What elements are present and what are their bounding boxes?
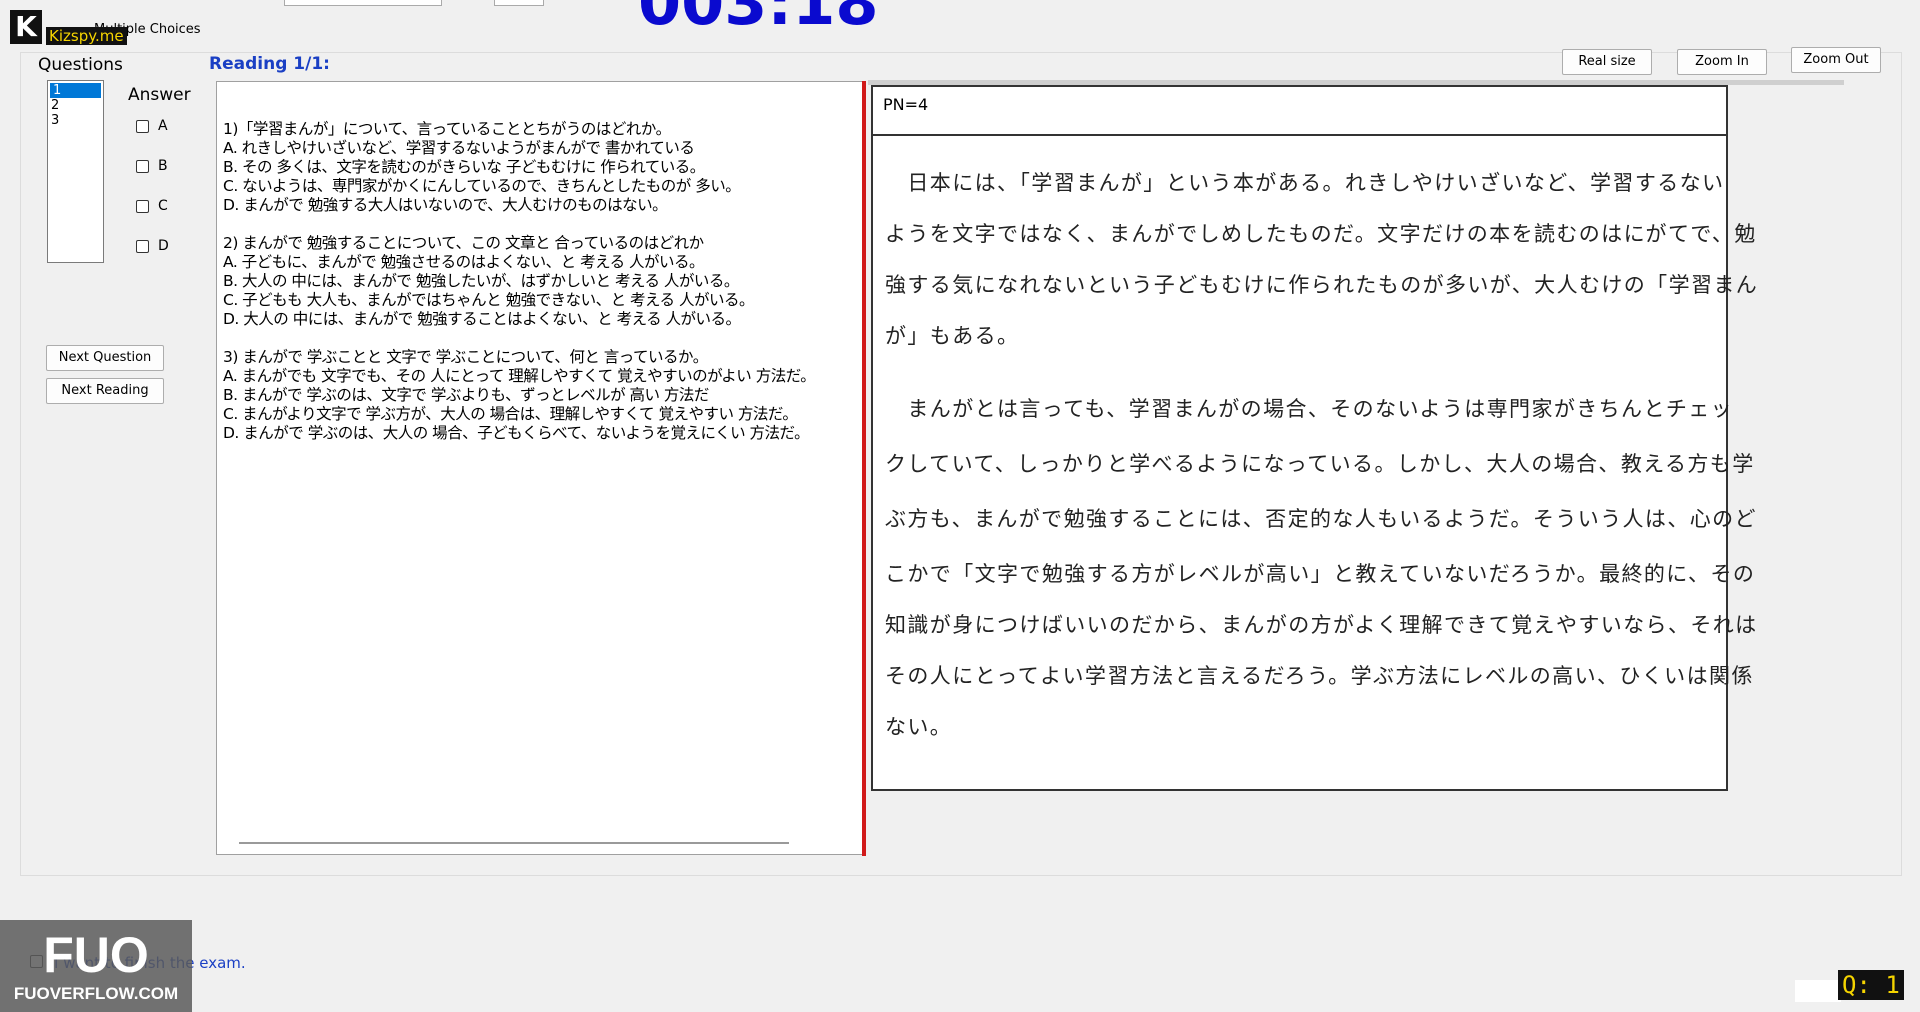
horizontal-scrollbar[interactable] [239,842,789,844]
passage-line: 日本には、「学習まんが」という本がある。れきしやけいざいなど、学習するない [885,171,1725,195]
passage-line: ぶ方も、まんがで勉強することには、否定的な人もいるようだ。そういう人は、心のど [885,507,1757,531]
reading-label: Reading 1/1: [209,54,330,74]
question-item-3[interactable]: 3 [48,113,103,128]
answer-a-checkbox[interactable] [136,120,149,133]
answer-c-checkbox[interactable] [136,200,149,213]
question-item-2[interactable]: 2 [48,98,103,113]
passage-text: 日本には、「学習まんが」という本がある。れきしやけいざいなど、学習するない よう… [885,167,1759,762]
answer-d-checkbox[interactable] [136,240,149,253]
passage-line: その人にとってよい学習方法と言えるだろう。学ぶ方法にレベルの高い、ひくいは関係 [885,664,1754,688]
passage-line: 強する気になれないという子どもむけに作られたものが多いが、大人むけの「学習まん [885,273,1759,297]
watermark-site: Kizspy.me [46,27,127,45]
watermark-logo: K [10,10,42,44]
passage-line: ようを文字ではなく、まんがでしめしたものだ。文字だけの本を読むのはにがてで、勉 [885,222,1757,246]
answer-label: Answer [128,85,191,105]
answer-b-checkbox[interactable] [136,160,149,173]
passage-line: クしていて、しっかりと学べるようになっている。しかし、大人の場合、教える方も学 [885,452,1755,476]
passage-line [885,371,1721,393]
passage-line: まんがとは言っても、学習まんがの場合、そのないようは専門家がきちんとチェッ [885,397,1734,421]
answer-d-label: D [158,238,169,254]
answer-b-label: B [158,158,168,174]
passage-line: こかで「文字で勉強する方がレベルが高い」と教えていないだろうか。最終的に、その [885,562,1756,586]
top-combo-1[interactable] [284,0,442,6]
question-item-1[interactable]: 1 [50,83,101,98]
passage-divider [873,134,1726,136]
answer-c-label: C [158,198,168,214]
passage-line: が」もある。 [885,324,1020,348]
passage-number: PN=4 [883,95,929,114]
question-listbox[interactable]: 1 2 3 [47,80,104,263]
zoom-in-button[interactable]: Zoom In [1677,49,1767,75]
question-text: 1)「学習まんが」について、言っていることとちがうのはどれか。 A. れきしやけ… [223,120,816,442]
exam-timer: 003:18 [638,0,879,39]
questions-label: Questions [38,55,123,75]
answer-a-label: A [158,118,168,134]
passage-line: ない。 [885,715,953,739]
top-combo-2[interactable] [494,0,544,6]
real-size-button[interactable]: Real size [1562,49,1652,75]
watermark-fuo-site: FUOVERFLOW.COM [13,984,179,1003]
passage-image: PN=4 日本には、「学習まんが」という本がある。れきしやけいざいなど、学習する… [871,85,1759,791]
question-counter-badge: Q: 1 [1838,970,1904,1000]
status-box [1795,980,1841,1002]
question-text-pane[interactable]: 1)「学習まんが」について、言っていることとちがうのはどれか。 A. れきしやけ… [216,81,864,855]
zoom-out-button[interactable]: Zoom Out [1791,47,1881,73]
watermark-fuo-logo: FUO [43,927,149,983]
passage-line: 知識が身につけばいいのだから、まんがの方がよく理解できて覚えやすいなら、それは [885,613,1758,637]
watermark-fuo: FUO FUOVERFLOW.COM [0,920,192,1012]
next-reading-button[interactable]: Next Reading [46,378,164,404]
next-question-button[interactable]: Next Question [46,345,164,371]
